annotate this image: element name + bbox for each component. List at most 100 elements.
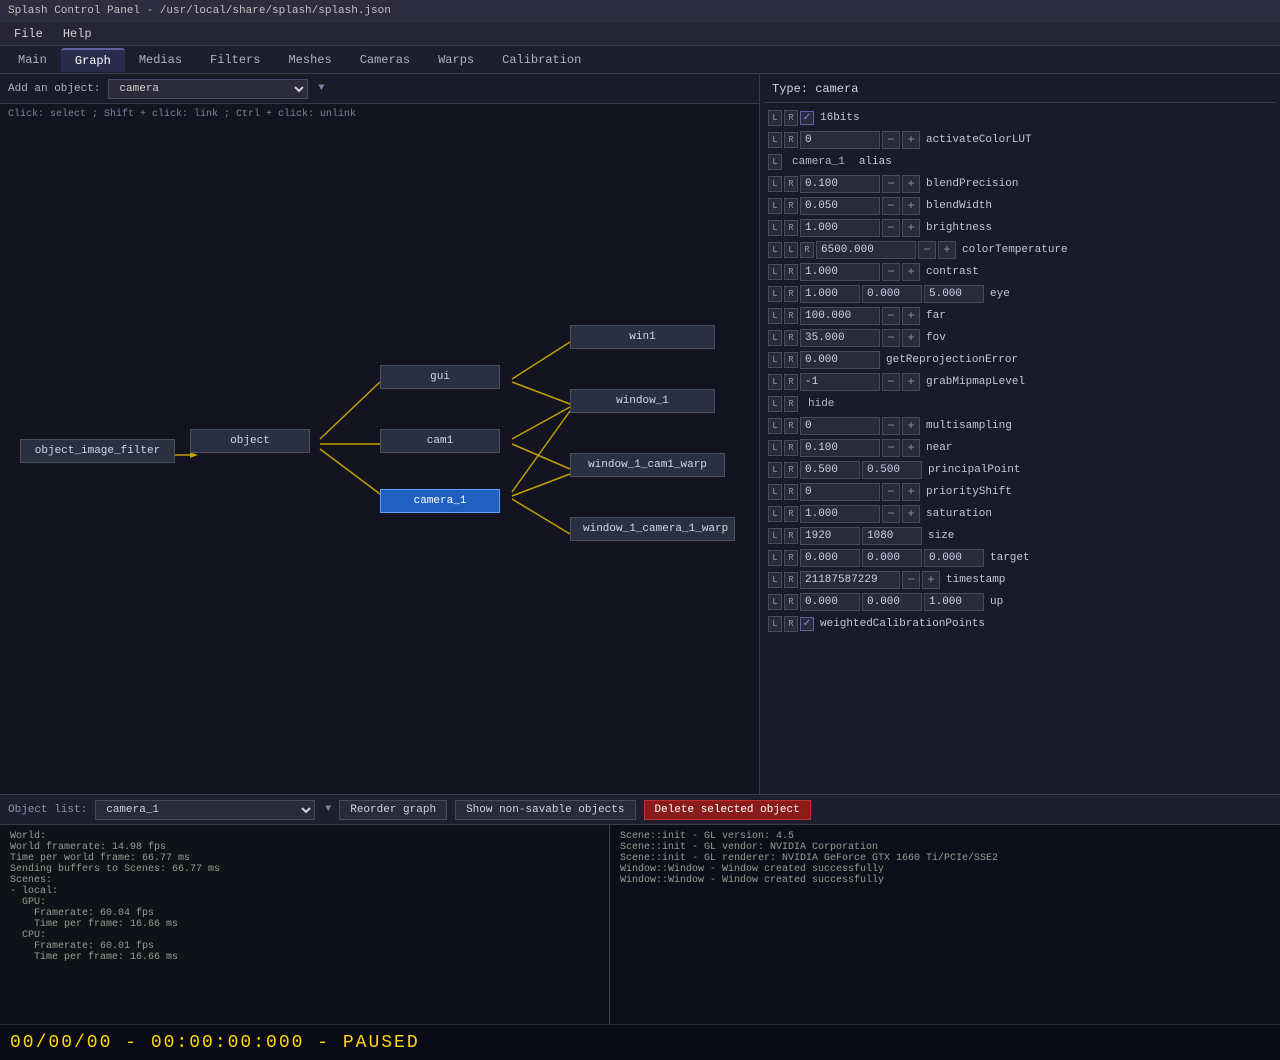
prop-plus-btn[interactable]: +	[902, 439, 920, 457]
prop-plus-btn[interactable]: +	[902, 417, 920, 435]
prop-r-btn[interactable]: R	[784, 440, 798, 456]
prop-minus-btn[interactable]: −	[882, 417, 900, 435]
prop-l-btn[interactable]: L	[768, 484, 782, 500]
prop-input-size-h[interactable]	[862, 527, 922, 545]
prop-plus-btn[interactable]: +	[902, 131, 920, 149]
prop-l-btn[interactable]: L	[768, 594, 782, 610]
tab-meshes[interactable]: Meshes	[274, 49, 345, 71]
prop-r-btn[interactable]: R	[784, 594, 798, 610]
prop-r-btn[interactable]: R	[784, 264, 798, 280]
prop-minus-btn[interactable]: −	[882, 439, 900, 457]
prop-minus-btn[interactable]: −	[918, 241, 936, 259]
prop-l-btn[interactable]: L	[768, 352, 782, 368]
node-window-1[interactable]: window_1	[570, 389, 715, 413]
prop-l-btn[interactable]: L	[768, 462, 782, 478]
prop-r-btn[interactable]: R	[784, 308, 798, 324]
add-object-select[interactable]: camera	[108, 79, 308, 99]
prop-r-btn[interactable]: R	[784, 220, 798, 236]
show-nonsavable-btn[interactable]: Show non-savable objects	[455, 800, 635, 820]
prop-l2-btn[interactable]: L	[784, 242, 798, 258]
prop-r-btn[interactable]: R	[784, 506, 798, 522]
prop-input-blendprecision[interactable]	[800, 175, 880, 193]
prop-l-btn[interactable]: L	[768, 440, 782, 456]
delete-selected-btn[interactable]: Delete selected object	[644, 800, 811, 820]
prop-r-btn[interactable]: R	[784, 572, 798, 588]
prop-r-btn[interactable]: R	[784, 616, 798, 632]
menu-help[interactable]: Help	[53, 25, 102, 43]
prop-input-activatecolorlut[interactable]	[800, 131, 880, 149]
prop-r-btn[interactable]: R	[784, 176, 798, 192]
prop-input-target1[interactable]	[800, 549, 860, 567]
prop-l-btn[interactable]: L	[768, 198, 782, 214]
prop-input-target3[interactable]	[924, 549, 984, 567]
prop-checkbox-wcpoints[interactable]: ✓	[800, 617, 814, 631]
prop-checkbox-16bits[interactable]: ✓	[800, 111, 814, 125]
prop-l-btn[interactable]: L	[768, 572, 782, 588]
prop-input-far[interactable]	[800, 307, 880, 325]
menu-file[interactable]: File	[4, 25, 53, 43]
prop-l-btn[interactable]: L	[768, 330, 782, 346]
object-list-select[interactable]: camera_1	[95, 800, 315, 820]
prop-plus-btn[interactable]: +	[922, 571, 940, 589]
prop-r-btn[interactable]: R	[784, 528, 798, 544]
prop-r-btn[interactable]: R	[800, 242, 814, 258]
prop-l-btn[interactable]: L	[768, 374, 782, 390]
prop-l-btn[interactable]: L	[768, 506, 782, 522]
tab-cameras[interactable]: Cameras	[346, 49, 424, 71]
prop-input-multisampling[interactable]	[800, 417, 880, 435]
prop-input-brightness[interactable]	[800, 219, 880, 237]
prop-plus-btn[interactable]: +	[902, 175, 920, 193]
prop-minus-btn[interactable]: −	[882, 483, 900, 501]
node-object-image-filter[interactable]: object_image_filter	[20, 439, 175, 463]
prop-input-up3[interactable]	[924, 593, 984, 611]
prop-plus-btn[interactable]: +	[902, 329, 920, 347]
prop-plus-btn[interactable]: +	[902, 263, 920, 281]
prop-input-timestamp[interactable]	[800, 571, 900, 589]
prop-l-btn[interactable]: L	[768, 242, 782, 258]
prop-input-eye1[interactable]	[800, 285, 860, 303]
prop-input-target2[interactable]	[862, 549, 922, 567]
prop-input-pp1[interactable]	[800, 461, 860, 479]
prop-l-btn[interactable]: L	[768, 396, 782, 412]
prop-input-blendwidth[interactable]	[800, 197, 880, 215]
prop-input-reprojection[interactable]	[800, 351, 880, 369]
tab-medias[interactable]: Medias	[125, 49, 196, 71]
prop-l-btn[interactable]: L	[768, 154, 782, 170]
prop-l-btn[interactable]: L	[768, 264, 782, 280]
prop-input-fov[interactable]	[800, 329, 880, 347]
prop-minus-btn[interactable]: −	[902, 571, 920, 589]
prop-input-eye3[interactable]	[924, 285, 984, 303]
tab-graph[interactable]: Graph	[61, 48, 125, 72]
prop-r-btn[interactable]: R	[784, 396, 798, 412]
prop-r-btn[interactable]: R	[784, 550, 798, 566]
prop-minus-btn[interactable]: −	[882, 505, 900, 523]
prop-input-saturation[interactable]	[800, 505, 880, 523]
node-cam1[interactable]: cam1	[380, 429, 500, 453]
node-window-1-camera-1-warp[interactable]: window_1_camera_1_warp	[570, 517, 735, 541]
tab-warps[interactable]: Warps	[424, 49, 488, 71]
prop-input-grabmipmap[interactable]	[800, 373, 880, 391]
prop-l-btn[interactable]: L	[768, 286, 782, 302]
prop-plus-btn[interactable]: +	[902, 505, 920, 523]
node-win1[interactable]: win1	[570, 325, 715, 349]
prop-plus-btn[interactable]: +	[938, 241, 956, 259]
prop-input-eye2[interactable]	[862, 285, 922, 303]
prop-r-btn[interactable]: R	[784, 198, 798, 214]
prop-l-btn[interactable]: L	[768, 528, 782, 544]
prop-input-priorityshift[interactable]	[800, 483, 880, 501]
prop-minus-btn[interactable]: −	[882, 197, 900, 215]
prop-minus-btn[interactable]: −	[882, 131, 900, 149]
prop-r-btn[interactable]: R	[784, 330, 798, 346]
prop-r-btn[interactable]: R	[784, 484, 798, 500]
prop-input-colortemp[interactable]	[816, 241, 916, 259]
tab-calibration[interactable]: Calibration	[488, 49, 595, 71]
prop-minus-btn[interactable]: −	[882, 373, 900, 391]
prop-l-btn[interactable]: L	[768, 418, 782, 434]
prop-input-pp2[interactable]	[862, 461, 922, 479]
prop-l-btn[interactable]: L	[768, 176, 782, 192]
prop-plus-btn[interactable]: +	[902, 373, 920, 391]
tab-filters[interactable]: Filters	[196, 49, 274, 71]
node-camera-1[interactable]: camera_1	[380, 489, 500, 513]
prop-r-btn[interactable]: R	[784, 374, 798, 390]
reorder-graph-btn[interactable]: Reorder graph	[339, 800, 447, 820]
